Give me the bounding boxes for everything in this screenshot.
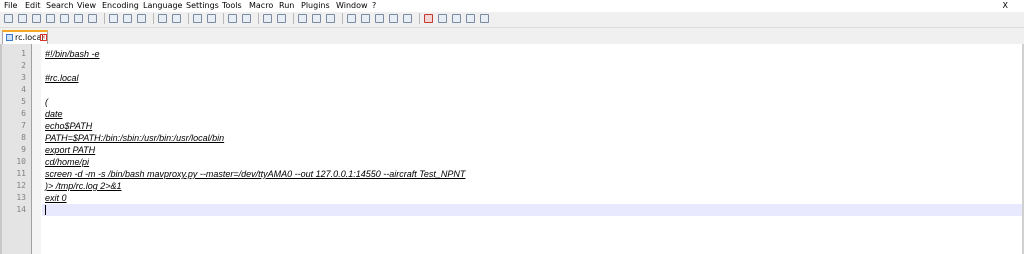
editor-area[interactable]: 1 2 3 4 5 6 7 8 9 10 11 12 13 14 #!/bin/… <box>0 44 1024 254</box>
menu-window[interactable]: Window <box>336 0 368 12</box>
redo-icon[interactable] <box>172 14 181 23</box>
menu-file[interactable]: File <box>4 0 17 12</box>
menu-view[interactable]: View <box>77 0 96 12</box>
toolbar-separator <box>223 13 224 24</box>
menu-plugins[interactable]: Plugins <box>301 0 330 12</box>
show-all-chars-icon[interactable] <box>312 14 321 23</box>
line-number: 5 <box>21 97 26 106</box>
line-number-gutter: 1 2 3 4 5 6 7 8 9 10 11 12 13 14 <box>2 44 32 254</box>
paste-icon[interactable] <box>137 14 146 23</box>
code-line: export PATH <box>45 145 96 155</box>
run-macro-multiple-icon[interactable] <box>466 14 475 23</box>
menu-search[interactable]: Search <box>46 0 73 12</box>
save-icon[interactable] <box>32 14 41 23</box>
close-document-button[interactable]: X <box>1003 0 1008 12</box>
code-line: echo$PATH <box>45 121 93 131</box>
menu-help[interactable]: ? <box>372 0 376 12</box>
save-all-icon[interactable] <box>46 14 55 23</box>
word-wrap-icon[interactable] <box>298 14 307 23</box>
record-macro-icon[interactable] <box>424 14 433 23</box>
language-define-icon[interactable] <box>347 14 356 23</box>
toolbar <box>0 12 1024 28</box>
toolbar-separator <box>342 13 343 24</box>
print-icon[interactable] <box>88 14 97 23</box>
stop-recording-icon[interactable] <box>438 14 447 23</box>
current-line-highlight <box>42 204 1022 216</box>
code-line: PATH=$PATH:/bin:/sbin:/usr/bin:/usr/loca… <box>45 133 225 143</box>
close-icon[interactable]: × <box>40 34 47 41</box>
line-number: 1 <box>21 49 26 58</box>
code-line: cd/home/pi <box>45 157 90 167</box>
replace-icon[interactable] <box>207 14 216 23</box>
undo-icon[interactable] <box>158 14 167 23</box>
close-all-icon[interactable] <box>74 14 83 23</box>
line-number: 13 <box>16 193 26 202</box>
toolbar-separator <box>258 13 259 24</box>
line-number: 6 <box>21 109 26 118</box>
code-line: #!/bin/bash -e <box>45 49 100 59</box>
tab-bar: rc.local × <box>0 28 1024 45</box>
menu-macro[interactable]: Macro <box>249 0 273 12</box>
find-icon[interactable] <box>193 14 202 23</box>
line-number: 12 <box>16 181 26 190</box>
toolbar-separator <box>188 13 189 24</box>
zoom-in-icon[interactable] <box>228 14 237 23</box>
menu-tools[interactable]: Tools <box>222 0 242 12</box>
sync-horizontal-icon[interactable] <box>277 14 286 23</box>
code-line: date <box>45 109 63 119</box>
zoom-out-icon[interactable] <box>242 14 251 23</box>
document-saved-icon <box>6 34 13 41</box>
document-map-icon[interactable] <box>361 14 370 23</box>
sync-vertical-icon[interactable] <box>263 14 272 23</box>
menu-run[interactable]: Run <box>279 0 294 12</box>
code-line: )> /tmp/rc.log 2>&1 <box>45 181 122 191</box>
line-number: 8 <box>21 133 26 142</box>
cut-icon[interactable] <box>109 14 118 23</box>
fold-margin <box>32 44 41 254</box>
monitoring-icon[interactable] <box>403 14 412 23</box>
line-number: 14 <box>16 205 26 214</box>
new-file-icon[interactable] <box>4 14 13 23</box>
menu-encoding[interactable]: Encoding <box>102 0 139 12</box>
line-number: 3 <box>21 73 26 82</box>
line-number: 9 <box>21 145 26 154</box>
menu-language[interactable]: Language <box>143 0 182 12</box>
code-line: exit 0 <box>45 193 67 203</box>
copy-icon[interactable] <box>123 14 132 23</box>
tab-rc-local[interactable]: rc.local × <box>2 30 48 44</box>
open-file-icon[interactable] <box>18 14 27 23</box>
toolbar-separator <box>104 13 105 24</box>
line-number: 4 <box>21 85 26 94</box>
menu-edit[interactable]: Edit <box>25 0 41 12</box>
line-number: 11 <box>16 169 26 178</box>
code-line: #rc.local <box>45 73 79 83</box>
folder-workspace-icon[interactable] <box>389 14 398 23</box>
toolbar-separator <box>153 13 154 24</box>
play-macro-icon[interactable] <box>452 14 461 23</box>
text-caret <box>45 205 46 215</box>
code-line: screen -d -m -s /bin/bash mavproxy.py --… <box>45 169 466 179</box>
indent-guide-icon[interactable] <box>326 14 335 23</box>
menu-bar: File Edit Search View Encoding Language … <box>0 0 1024 12</box>
line-number: 2 <box>21 61 26 70</box>
code-line: ( <box>45 97 48 107</box>
line-number: 10 <box>16 157 26 166</box>
toolbar-separator <box>419 13 420 24</box>
close-icon[interactable] <box>60 14 69 23</box>
toolbar-separator <box>293 13 294 24</box>
menu-settings[interactable]: Settings <box>186 0 219 12</box>
save-macro-icon[interactable] <box>480 14 489 23</box>
line-number: 7 <box>21 121 26 130</box>
function-list-icon[interactable] <box>375 14 384 23</box>
